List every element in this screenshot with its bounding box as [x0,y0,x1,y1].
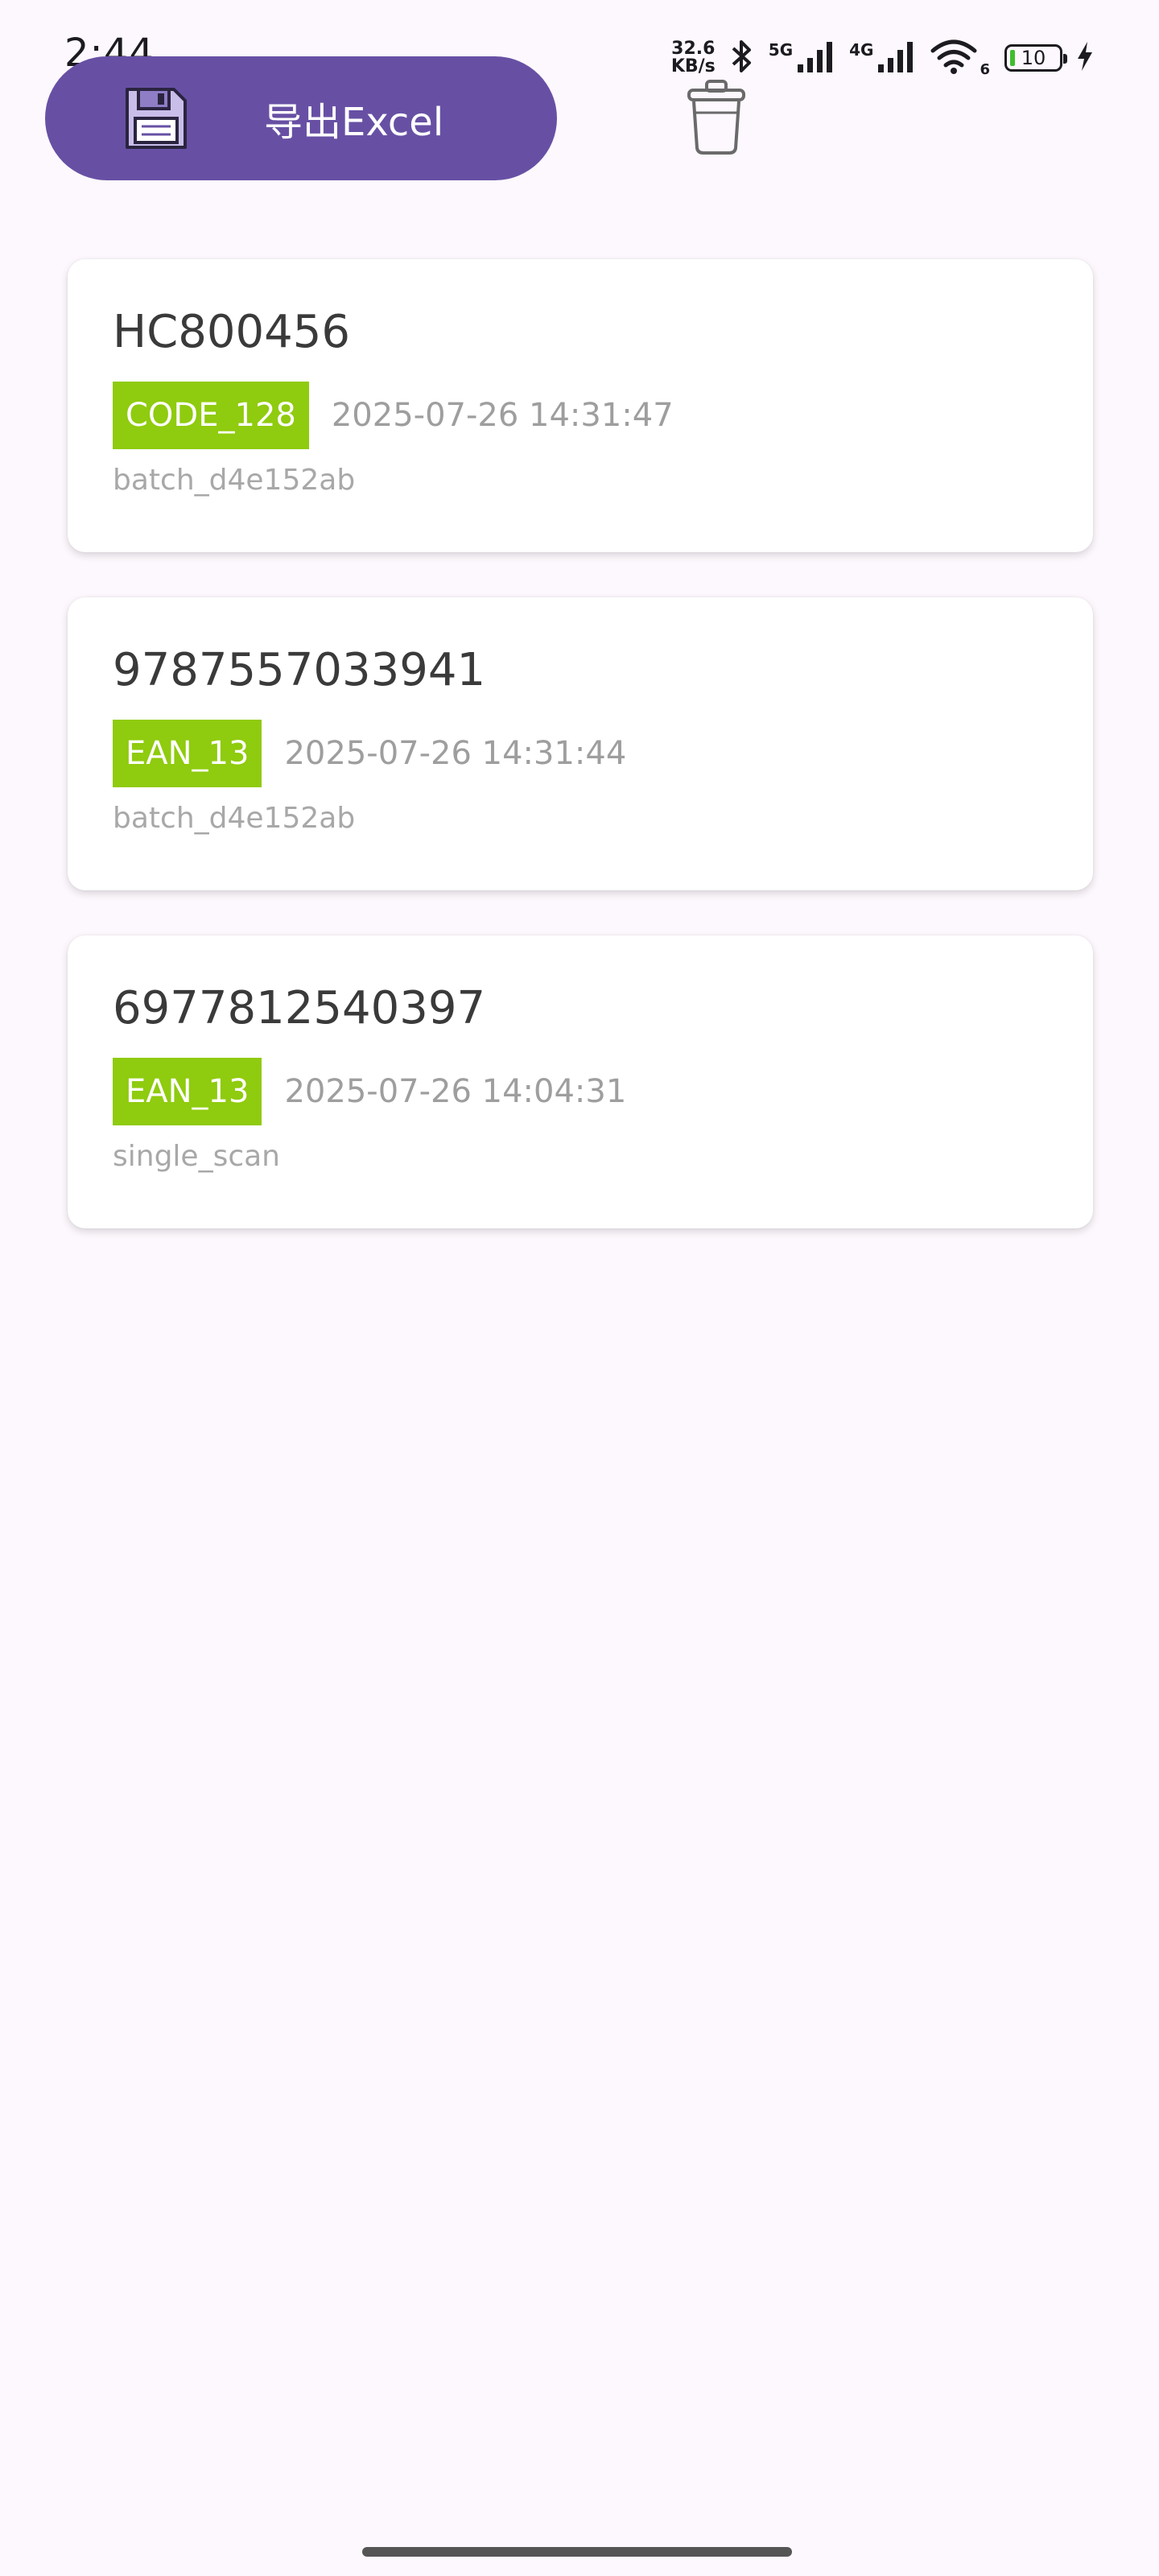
signal-4g: 4G [849,40,917,76]
status-icons: 32.6 KB/s 5G 4G 6 10 [671,35,1095,80]
record-timestamp: 2025-07-26 14:04:31 [284,1073,627,1110]
signal-5g: 5G [769,40,836,76]
battery-level: 10 [1021,47,1046,69]
record-meta: EAN_13 2025-07-26 14:31:44 [113,720,1048,787]
export-excel-label: 导出Excel [264,100,444,145]
record-code: HC800456 [113,306,350,358]
signal-5g-label: 5G [768,40,794,60]
signal-bars-icon [796,40,836,76]
signal-4g-label: 4G [849,40,874,60]
wifi-icon [930,38,978,78]
network-speed-value: 32.6 [671,39,716,59]
bluetooth-icon [728,37,756,79]
record-source: batch_d4e152ab [113,802,356,835]
network-speed: 32.6 KB/s [671,40,716,76]
scan-record-list: HC800456 CODE_128 2025-07-26 14:31:47 ba… [68,259,1093,1274]
floppy-disk-icon [122,85,190,152]
record-meta: CODE_128 2025-07-26 14:31:47 [113,382,1048,449]
record-source: batch_d4e152ab [113,464,356,497]
clear-records-button[interactable] [683,79,750,156]
barcode-type-badge: EAN_13 [113,1058,262,1125]
record-timestamp: 2025-07-26 14:31:47 [331,397,674,434]
barcode-type-badge: CODE_128 [113,382,309,449]
trash-icon [683,80,750,159]
lightning-icon [1075,40,1095,76]
record-meta: EAN_13 2025-07-26 14:04:31 [113,1058,1048,1125]
home-indicator[interactable] [362,2547,792,2557]
wifi-status: 6 [930,38,992,78]
record-card[interactable]: 9787557033941 EAN_13 2025-07-26 14:31:44… [68,597,1093,890]
record-source: single_scan [113,1140,281,1173]
export-excel-button[interactable]: 导出Excel [45,56,557,180]
record-code: 6977812540397 [113,982,486,1034]
signal-bars-icon [876,40,917,76]
wifi-label: 6 [980,61,990,78]
battery-icon: 10 [1004,44,1067,72]
record-code: 9787557033941 [113,644,486,696]
network-speed-unit: KB/s [670,56,716,76]
record-card[interactable]: HC800456 CODE_128 2025-07-26 14:31:47 ba… [68,259,1093,552]
barcode-type-badge: EAN_13 [113,720,262,787]
record-timestamp: 2025-07-26 14:31:44 [284,735,627,772]
record-card[interactable]: 6977812540397 EAN_13 2025-07-26 14:04:31… [68,935,1093,1228]
